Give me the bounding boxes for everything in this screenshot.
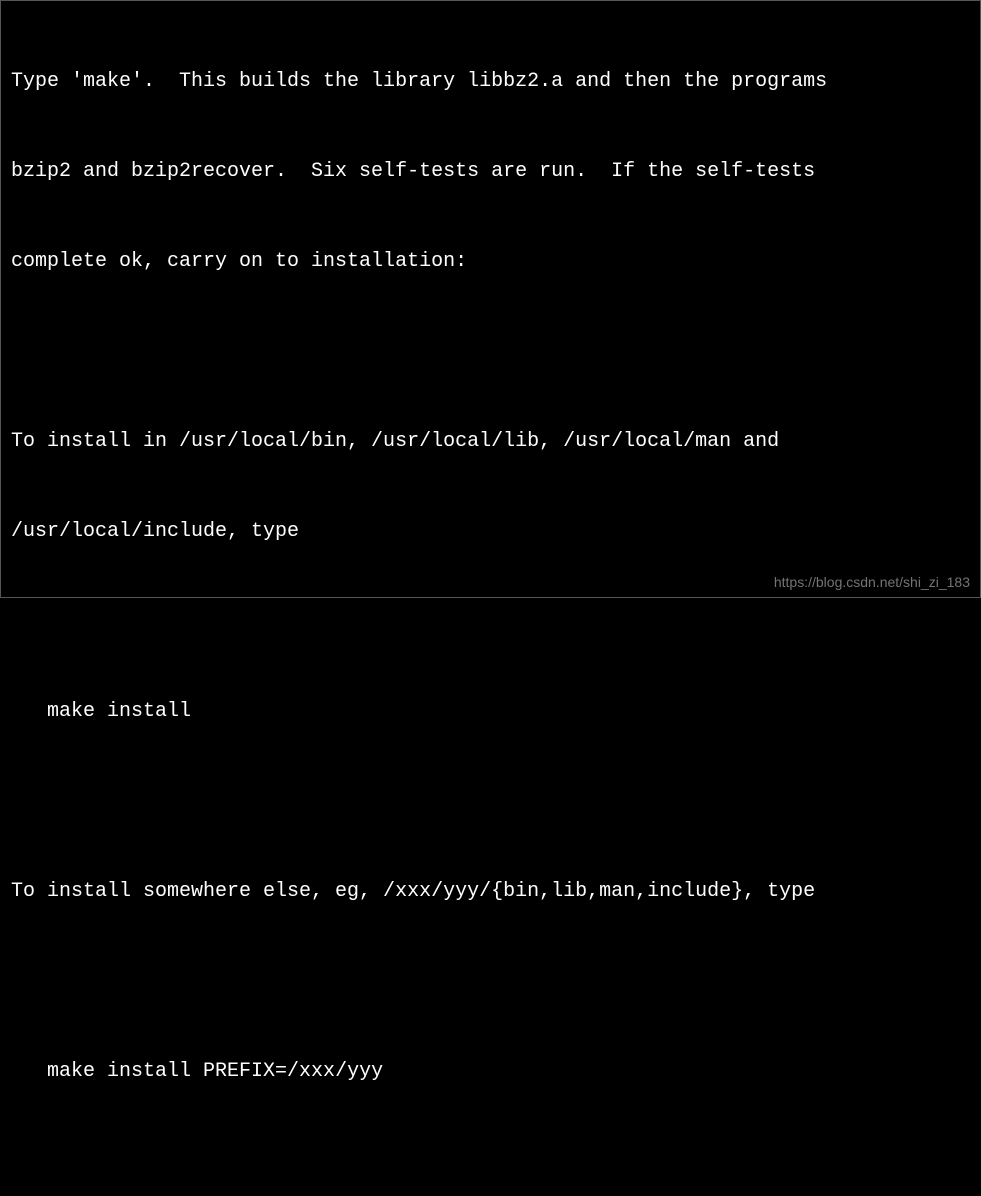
terminal-line xyxy=(11,337,970,367)
watermark-text: https://blog.csdn.net/shi_zi_183 xyxy=(774,572,970,593)
terminal-line: To install in /usr/local/bin, /usr/local… xyxy=(11,427,970,457)
terminal-line xyxy=(11,607,970,637)
terminal-line: bzip2 and bzip2recover. Six self-tests a… xyxy=(11,157,970,187)
terminal-line: To install somewhere else, eg, /xxx/yyy/… xyxy=(11,877,970,907)
terminal-line xyxy=(11,967,970,997)
terminal-line: /usr/local/include, type xyxy=(11,517,970,547)
terminal-line xyxy=(11,787,970,817)
terminal-output: Type 'make'. This builds the library lib… xyxy=(11,7,970,1196)
terminal-line: Type 'make'. This builds the library lib… xyxy=(11,67,970,97)
terminal-line: complete ok, carry on to installation: xyxy=(11,247,970,277)
terminal-line xyxy=(11,1147,970,1177)
terminal-line: make install xyxy=(11,697,970,727)
terminal-line: make install PREFIX=/xxx/yyy xyxy=(11,1057,970,1087)
